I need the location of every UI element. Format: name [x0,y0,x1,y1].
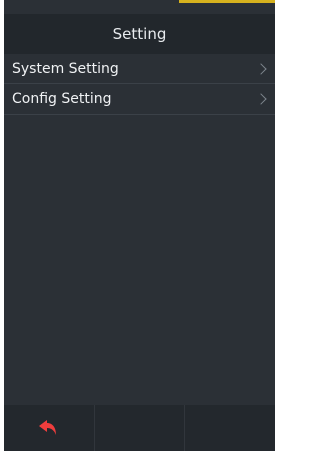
title-bar: Setting [4,14,275,54]
settings-menu: System Setting Config Setting [4,54,275,115]
bottom-cell-3 [185,405,275,451]
chevron-right-icon [255,62,267,75]
menu-item-label: System Setting [12,60,119,77]
back-arrow-icon [38,420,56,435]
settings-screen: Setting System Setting Config Setting [4,0,275,451]
menu-item-config-setting[interactable]: Config Setting [4,84,275,115]
bottom-cell-back [4,405,95,451]
bottom-bar [4,405,275,451]
top-accent-strip [179,0,275,3]
bottom-cell-2 [95,405,186,451]
back-button[interactable] [34,413,64,443]
chevron-right-icon [255,93,267,105]
menu-item-label: Config Setting [12,91,112,107]
page-title: Setting [112,25,167,43]
menu-item-system-setting[interactable]: System Setting [4,54,275,84]
